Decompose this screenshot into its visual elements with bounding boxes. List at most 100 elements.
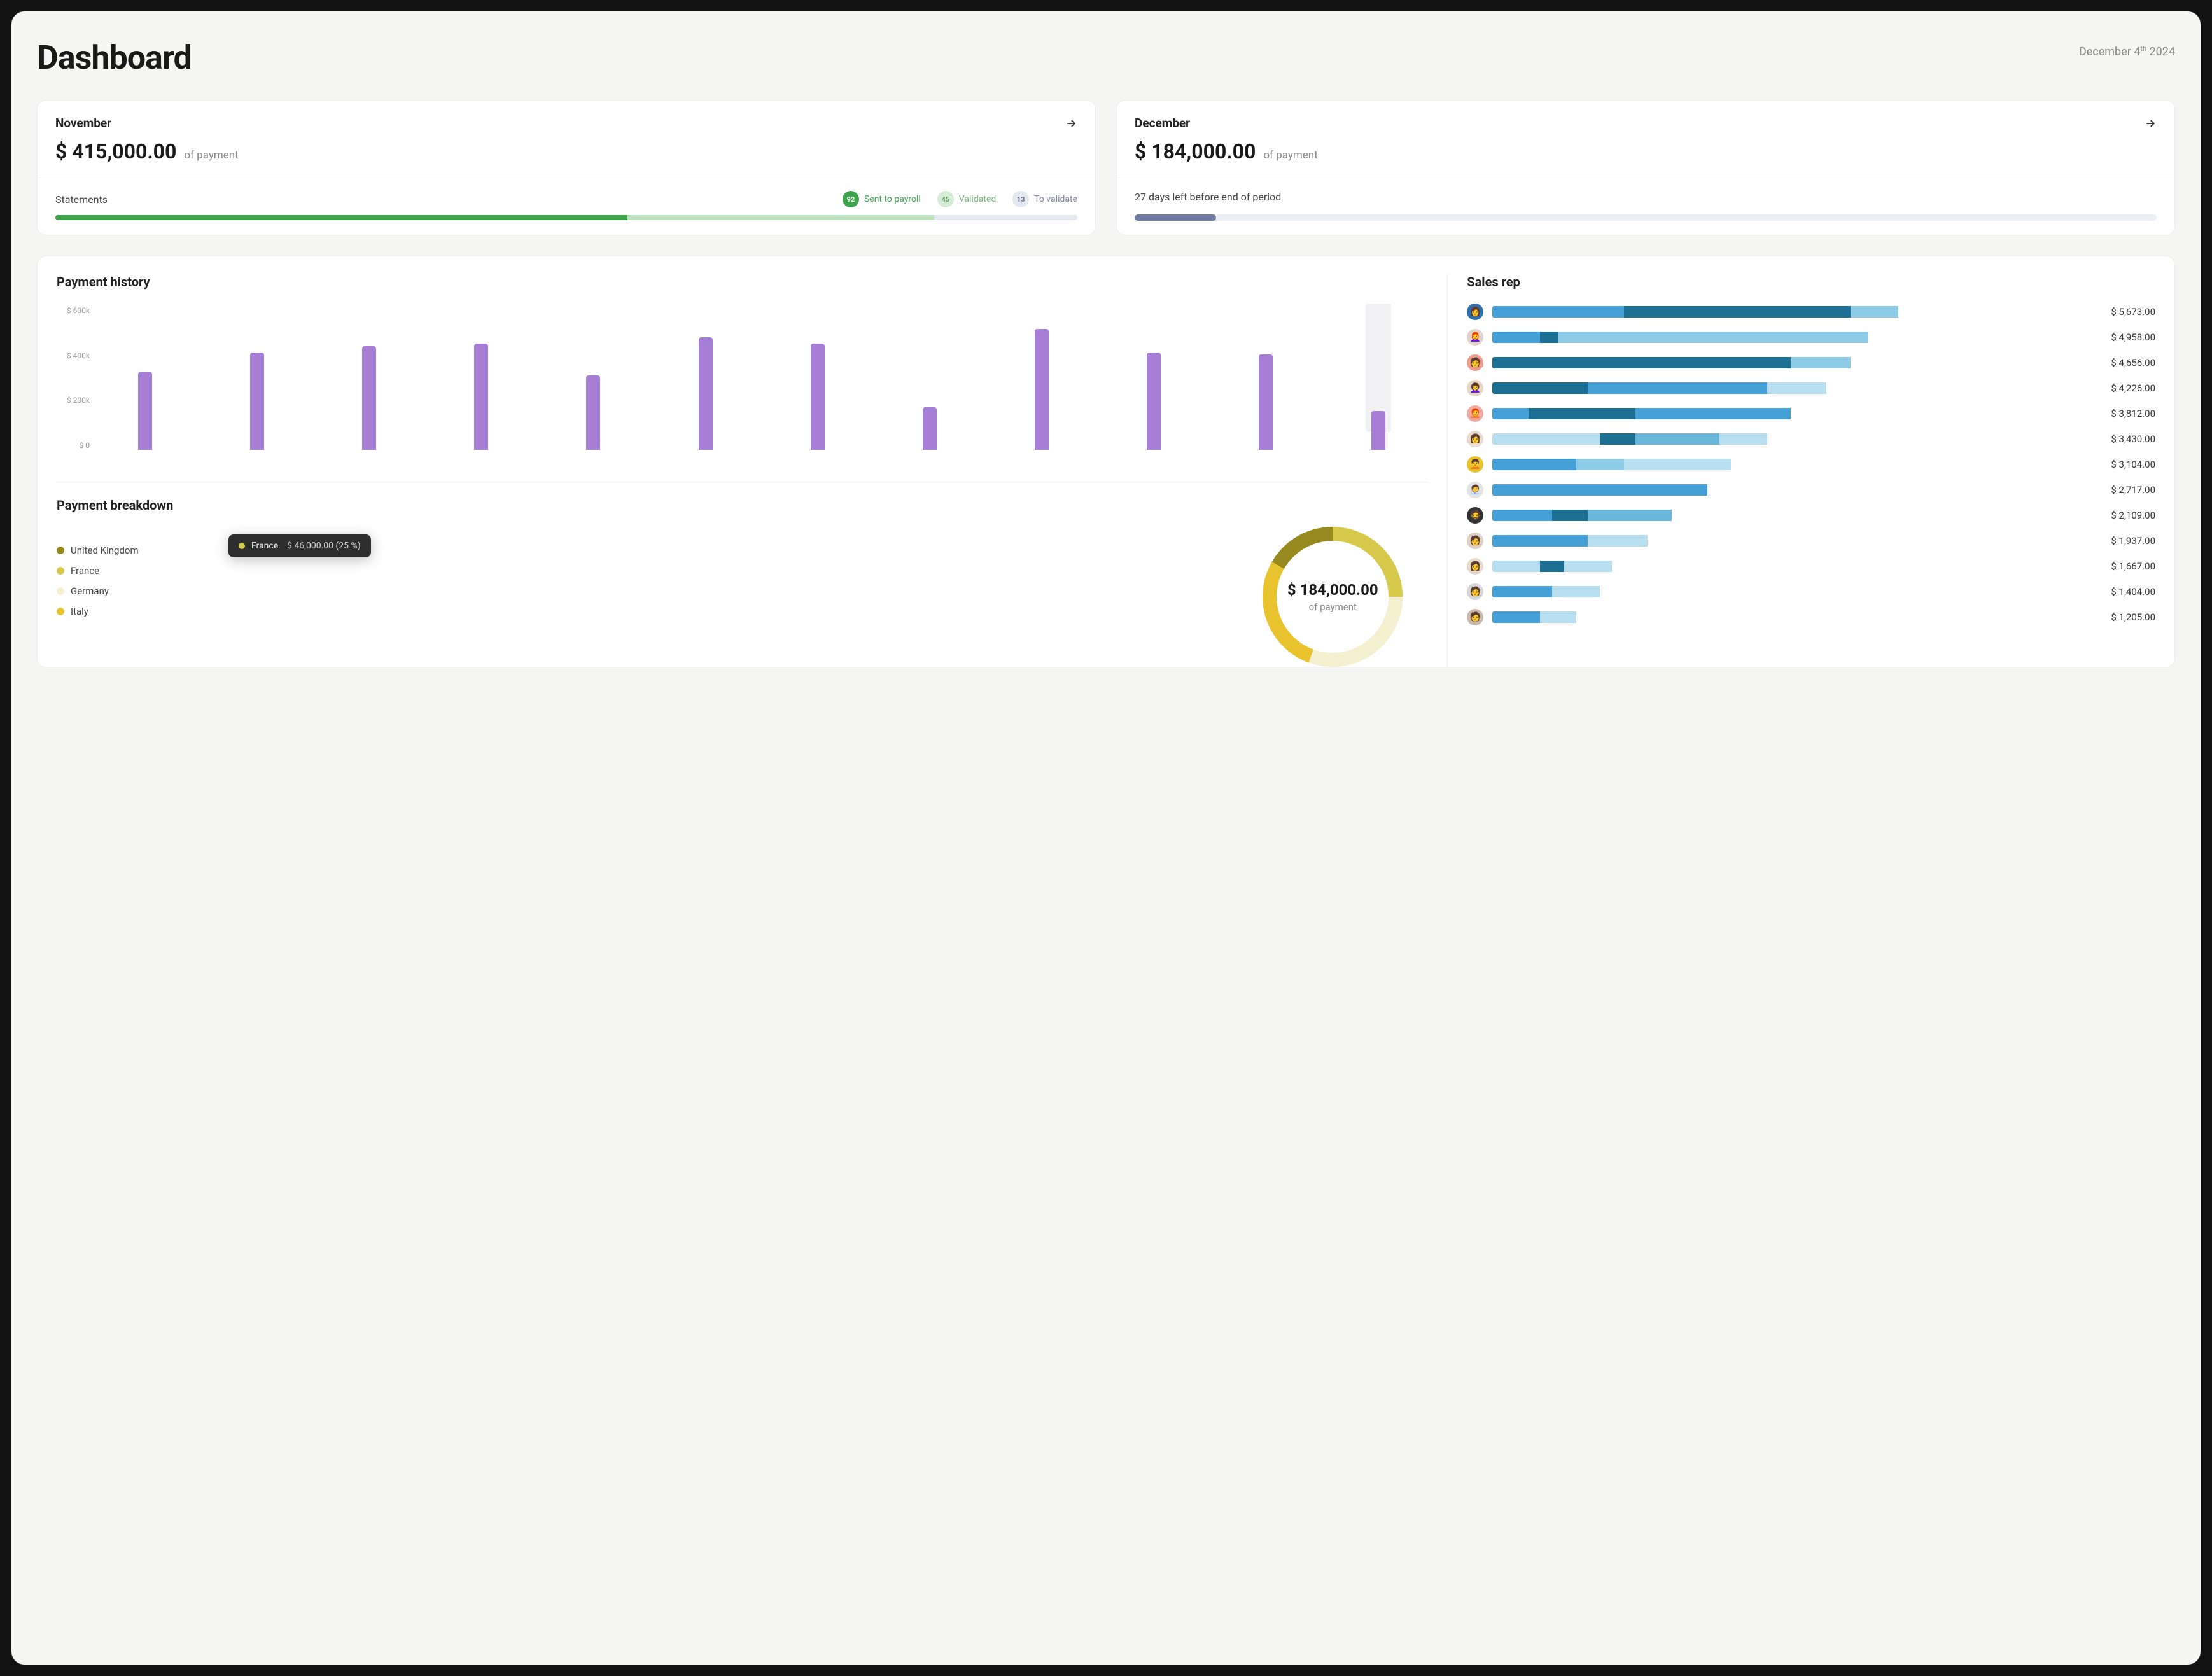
seg-validated	[627, 215, 934, 220]
bar-col[interactable]: Jul	[767, 304, 867, 450]
avatar: 🧑	[1467, 533, 1483, 549]
rep-seg	[1492, 484, 1707, 496]
sales-rep-row[interactable]: 👩‍🦱$ 4,226.00	[1467, 380, 2155, 396]
card-amount-suffix: of payment	[1263, 149, 1317, 162]
avatar: 👩	[1467, 558, 1483, 575]
statements-label: Statements	[55, 193, 108, 206]
validated-count-badge: 45	[937, 191, 954, 207]
rep-bar	[1492, 611, 2089, 623]
avatar: 🧑	[1467, 609, 1483, 625]
legend-item[interactable]: Germany	[57, 585, 139, 597]
rep-amount: $ 1,937.00	[2098, 535, 2155, 547]
tovalidate-group[interactable]: 13 To validate	[1012, 191, 1077, 207]
arrow-right-icon[interactable]	[1065, 117, 1077, 130]
y-tick: $ 400k	[57, 351, 90, 360]
payment-history-panel: Payment history $ 600k$ 400k$ 200k$ 0 Ja…	[38, 274, 1448, 667]
avatar: 👩‍🦱	[1467, 380, 1483, 396]
legend-item[interactable]: France	[57, 565, 139, 576]
summary-cards: November $ 415,000.00 of payment Stateme…	[37, 100, 2175, 235]
bar	[1147, 353, 1161, 450]
legend-item[interactable]: United Kingdom	[57, 545, 139, 556]
rep-amount: $ 3,430.00	[2098, 433, 2155, 445]
legend-dot	[57, 567, 64, 575]
sales-rep-row[interactable]: 👩‍🦰$ 4,958.00	[1467, 329, 2155, 346]
period-progress-fill	[1135, 214, 1216, 221]
sales-rep-list: 👩$ 5,673.00👩‍🦰$ 4,958.00🧑$ 4,656.00👩‍🦱$ …	[1467, 304, 2155, 625]
rep-amount: $ 1,404.00	[2098, 586, 2155, 597]
rep-seg	[1492, 561, 1540, 572]
rep-seg	[1492, 459, 1576, 470]
rep-amount: $ 5,673.00	[2098, 306, 2155, 318]
rep-seg	[1719, 433, 1767, 445]
rep-seg	[1540, 332, 1558, 343]
bar	[474, 344, 488, 450]
bar	[250, 353, 264, 450]
rep-bar	[1492, 408, 2089, 419]
sales-rep-row[interactable]: 🧑‍🦰$ 3,812.00	[1467, 405, 2155, 422]
app-root: Dashboard December 4th 2024 November $ 4…	[11, 11, 2201, 1665]
bar-col[interactable]: Nov	[1216, 304, 1316, 450]
legend-label: France	[71, 565, 99, 576]
bar-col[interactable]: May	[543, 304, 643, 450]
avatar: 🧑	[1467, 583, 1483, 600]
bar-col[interactable]: Feb	[207, 304, 307, 450]
legend-label: United Kingdom	[71, 545, 139, 556]
date-year: 2024	[2146, 45, 2175, 59]
rep-seg	[1552, 510, 1588, 521]
rep-bar	[1492, 459, 2089, 470]
tooltip-label: France	[251, 541, 278, 551]
sales-rep-row[interactable]: 🧑 $ 1,937.00	[1467, 533, 2155, 549]
sales-rep-row[interactable]: 🧑$ 1,205.00	[1467, 609, 2155, 625]
sent-to-payroll-group[interactable]: 92 Sent to payroll	[843, 191, 921, 207]
seg-sent	[55, 215, 627, 220]
avatar: 🧑‍🦰	[1467, 405, 1483, 422]
sales-rep-row[interactable]: 👩$ 5,673.00	[1467, 304, 2155, 320]
avatar: 👩‍🦰	[1467, 329, 1483, 346]
header: Dashboard December 4th 2024	[37, 38, 2175, 77]
bar-col[interactable]: Dec	[1328, 304, 1428, 450]
y-tick: $ 0	[57, 441, 90, 450]
rep-seg	[1552, 586, 1600, 597]
arrow-right-icon[interactable]	[2144, 117, 2157, 130]
legend-dot	[57, 587, 64, 595]
rep-seg	[1492, 357, 1791, 368]
bar	[362, 346, 376, 450]
rep-bar	[1492, 510, 2089, 521]
sales-rep-row[interactable]: 🧑$ 4,656.00	[1467, 354, 2155, 371]
sales-rep-row[interactable]: 🧑 $ 1,404.00	[1467, 583, 2155, 600]
sales-rep-row[interactable]: 👩$ 1,667.00	[1467, 558, 2155, 575]
rep-seg	[1492, 586, 1552, 597]
rep-seg	[1492, 535, 1588, 547]
sales-rep-row[interactable]: 🧑‍💼$ 2,717.00	[1467, 482, 2155, 498]
card-month-label: December	[1135, 116, 1190, 130]
rep-seg	[1558, 332, 1868, 343]
sales-rep-row[interactable]: 🧑‍🦱$ 3,104.00	[1467, 456, 2155, 473]
sales-rep-row[interactable]: 🧔$ 2,109.00	[1467, 507, 2155, 524]
donut-chart: $ 184,000.00 of payment	[1263, 527, 1403, 667]
bar-col[interactable]: Sep	[992, 304, 1092, 450]
bar	[923, 407, 937, 450]
bar-col[interactable]: Jan	[95, 304, 195, 450]
bar-col[interactable]: Oct	[1104, 304, 1204, 450]
bar-col[interactable]: Apr	[431, 304, 531, 450]
payment-history-title: Payment history	[57, 274, 1428, 290]
bar-col[interactable]: Jun	[655, 304, 755, 450]
rep-seg	[1492, 408, 1528, 419]
bar-col[interactable]: Mar	[319, 304, 419, 450]
card-amount: $ 184,000.00	[1135, 139, 1256, 164]
legend-dot	[57, 547, 64, 554]
rep-bar	[1492, 433, 2089, 445]
rep-seg	[1529, 408, 1636, 419]
bar-col[interactable]: Aug	[879, 304, 979, 450]
sales-rep-row[interactable]: 👩$ 3,430.00	[1467, 431, 2155, 447]
month-card-november: November $ 415,000.00 of payment Stateme…	[37, 100, 1096, 235]
breakdown-tooltip: France $ 46,000.00 (25 %)	[228, 534, 371, 557]
bar	[699, 337, 713, 450]
rep-seg	[1588, 510, 1671, 521]
rep-seg	[1492, 510, 1552, 521]
rep-bar	[1492, 535, 2089, 547]
validated-group[interactable]: 45 Validated	[937, 191, 996, 207]
page-title: Dashboard	[37, 38, 192, 77]
current-date: December 4th 2024	[2079, 45, 2175, 59]
legend-item[interactable]: Italy	[57, 606, 139, 617]
